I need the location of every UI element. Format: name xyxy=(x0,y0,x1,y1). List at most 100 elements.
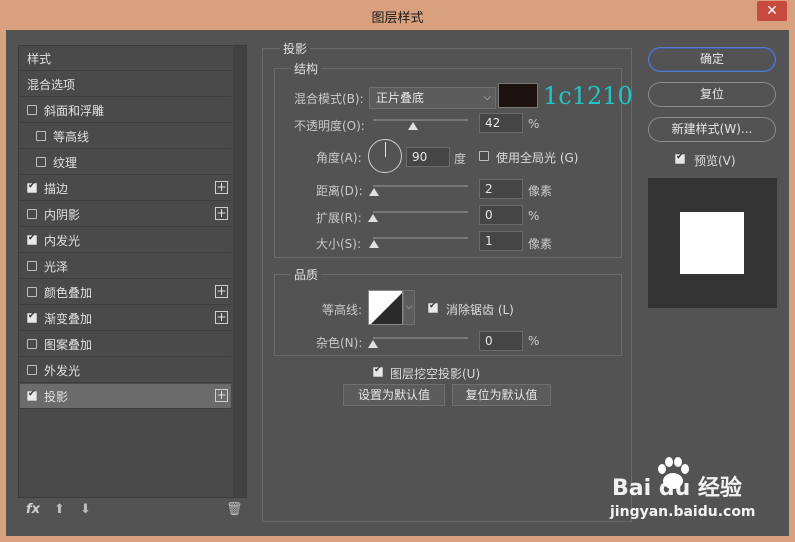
opacity-slider-track[interactable] xyxy=(373,119,468,121)
styles-list: 样式 混合选项斜面和浮雕等高线纹理描边 + 内阴影 + 内发光光泽颜色叠加 + 渐变叠加 + 图… xyxy=(18,45,247,498)
quality-title: 品质 xyxy=(291,266,322,283)
contour-preview[interactable] xyxy=(368,290,403,325)
style-item-label: 图案叠加 xyxy=(44,337,93,352)
opacity-input[interactable]: 42 xyxy=(479,113,523,133)
knockout-checkbox[interactable] xyxy=(373,365,383,377)
style-item[interactable]: 描边 + xyxy=(20,176,231,201)
add-effect-plus-icon[interactable]: + xyxy=(215,389,228,402)
distance-unit: 像素 xyxy=(528,184,553,198)
angle-input[interactable]: 90 xyxy=(406,147,450,167)
style-item-checkbox[interactable] xyxy=(27,181,37,193)
style-item[interactable]: 内阴影 + xyxy=(20,202,231,227)
noise-label: 杂色(N): xyxy=(316,336,363,350)
baidu-brand-text: Bai du 经验 xyxy=(612,476,742,501)
style-item[interactable]: 混合选项 xyxy=(20,72,231,97)
style-item-checkbox[interactable] xyxy=(27,339,37,349)
opacity-label: 不透明度(O): xyxy=(294,119,365,133)
style-item[interactable]: 内发光 xyxy=(20,228,231,253)
size-input[interactable]: 1 xyxy=(479,231,523,251)
noise-slider-thumb[interactable] xyxy=(368,340,378,348)
trash-icon[interactable]: 🗑 xyxy=(226,502,243,517)
add-effect-plus-icon[interactable]: + xyxy=(215,181,228,194)
angle-unit: 度 xyxy=(454,152,467,166)
opacity-slider-thumb[interactable] xyxy=(407,122,418,130)
preview-checkbox[interactable] xyxy=(675,152,685,164)
blend-mode-value: 正片叠底 xyxy=(376,91,425,105)
global-light-checkbox[interactable] xyxy=(479,151,489,161)
style-item-checkbox[interactable] xyxy=(27,287,37,297)
style-item[interactable]: 外发光 xyxy=(20,358,231,383)
new-style-button[interactable]: 新建样式(W)... xyxy=(648,117,776,142)
style-item-checkbox[interactable] xyxy=(27,233,37,245)
distance-input[interactable]: 2 xyxy=(479,179,523,199)
noise-slider-track[interactable] xyxy=(373,337,468,339)
add-effect-plus-icon[interactable]: + xyxy=(215,311,228,324)
style-item[interactable]: 等高线 xyxy=(20,124,231,149)
size-slider-track[interactable] xyxy=(373,237,468,239)
distance-slider-thumb[interactable] xyxy=(369,188,379,196)
preview-box xyxy=(648,178,777,308)
styles-header[interactable]: 样式 xyxy=(20,46,231,71)
baidu-url-text: jingyan.baidu.com xyxy=(610,504,756,520)
style-item-checkbox[interactable] xyxy=(27,389,37,401)
style-item-label: 内阴影 xyxy=(44,207,81,222)
contour-curve-icon xyxy=(371,293,402,324)
chevron-down-icon: ⌵ xyxy=(483,92,491,103)
knockout-label: 图层挖空投影(U) xyxy=(390,367,481,381)
style-item[interactable]: 光泽 xyxy=(20,254,231,279)
style-item-checkbox[interactable] xyxy=(27,365,37,375)
global-light-label: 使用全局光 (G) xyxy=(496,151,579,165)
style-item-checkbox[interactable] xyxy=(36,157,46,167)
style-item[interactable]: 斜面和浮雕 xyxy=(20,98,231,123)
move-down-icon[interactable]: ⬇ xyxy=(80,502,91,517)
move-up-icon[interactable]: ⬆ xyxy=(54,502,65,517)
size-slider-thumb[interactable] xyxy=(369,240,379,248)
angle-dial-needle xyxy=(385,142,386,157)
style-item-checkbox[interactable] xyxy=(36,131,46,141)
style-item-checkbox[interactable] xyxy=(27,261,37,271)
noise-unit: % xyxy=(528,334,540,348)
style-item-label: 混合选项 xyxy=(27,77,76,92)
add-effect-plus-icon[interactable]: + xyxy=(215,285,228,298)
angle-dial[interactable] xyxy=(368,139,402,173)
blend-mode-select[interactable]: 正片叠底 ⌵ xyxy=(369,87,496,109)
style-item-checkbox[interactable] xyxy=(27,105,37,115)
spread-slider-track[interactable] xyxy=(373,211,468,213)
style-item-label: 外发光 xyxy=(44,363,81,378)
reset-default-button[interactable]: 复位为默认值 xyxy=(452,384,551,406)
spread-input[interactable]: 0 xyxy=(479,205,523,225)
style-item-label: 纹理 xyxy=(53,155,78,170)
style-item-label: 等高线 xyxy=(53,129,90,144)
reset-button[interactable]: 复位 xyxy=(648,82,776,107)
style-item-checkbox[interactable] xyxy=(27,311,37,323)
style-item[interactable]: 投影 + xyxy=(20,384,231,409)
size-unit: 像素 xyxy=(528,237,553,251)
distance-slider-track[interactable] xyxy=(373,185,468,187)
style-item[interactable]: 渐变叠加 + xyxy=(20,306,231,331)
spread-slider-thumb[interactable] xyxy=(368,214,378,222)
fx-icon[interactable]: fx xyxy=(26,502,40,517)
contour-dropdown-chevron-icon[interactable]: ⌵ xyxy=(403,290,415,325)
antialias-label: 消除锯齿 (L) xyxy=(446,303,514,317)
distance-label: 距离(D): xyxy=(316,184,363,198)
opacity-unit: % xyxy=(528,117,540,131)
style-item-label: 内发光 xyxy=(44,233,81,248)
style-item-label: 投影 xyxy=(44,389,69,404)
noise-input[interactable]: 0 xyxy=(479,331,523,351)
style-item-label: 光泽 xyxy=(44,259,69,274)
close-button[interactable]: ✕ xyxy=(757,1,787,21)
antialias-checkbox[interactable] xyxy=(428,301,438,313)
style-item-label: 渐变叠加 xyxy=(44,311,93,326)
style-item-checkbox[interactable] xyxy=(27,209,37,219)
style-item[interactable]: 颜色叠加 + xyxy=(20,280,231,305)
style-item[interactable]: 图案叠加 xyxy=(20,332,231,357)
shadow-color-swatch[interactable] xyxy=(498,83,538,108)
angle-label: 角度(A): xyxy=(316,151,362,165)
make-default-button[interactable]: 设置为默认值 xyxy=(343,384,445,406)
style-item-label: 斜面和浮雕 xyxy=(44,103,105,118)
styles-header-label: 样式 xyxy=(27,51,52,66)
styles-list-scrollbar[interactable] xyxy=(233,46,247,497)
add-effect-plus-icon[interactable]: + xyxy=(215,207,228,220)
style-item[interactable]: 纹理 xyxy=(20,150,231,175)
ok-button[interactable]: 确定 xyxy=(648,47,776,72)
